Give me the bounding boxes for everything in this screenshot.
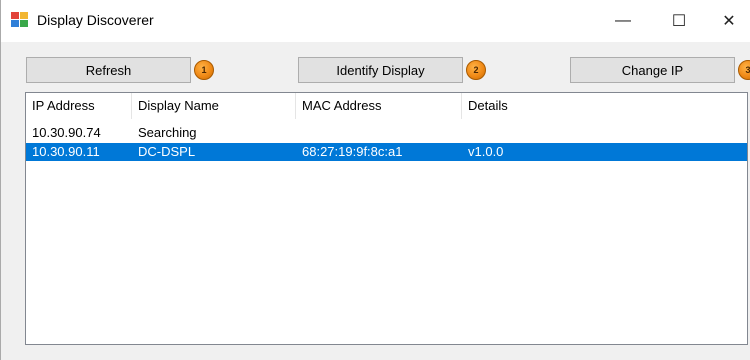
step-badge-2: 2 <box>466 60 486 80</box>
column-header-display-name[interactable]: Display Name <box>132 93 296 119</box>
step-badge-1: 1 <box>194 60 214 80</box>
identify-display-button[interactable]: Identify Display <box>298 57 463 83</box>
cell-ip-address: 10.30.90.11 <box>32 144 100 159</box>
cell-display-name: DC-DSPL <box>138 144 196 159</box>
column-header-ip-address[interactable]: IP Address <box>26 93 132 119</box>
window-title: Display Discoverer <box>37 12 154 28</box>
minimize-button[interactable]: — <box>601 6 645 36</box>
step-badge-3: 3 <box>738 60 750 80</box>
cell-mac-address: 68:27:19:9f:8c:a1 <box>302 144 403 159</box>
table-row[interactable]: 10.30.90.74 Searching <box>26 124 747 142</box>
cell-details: v1.0.0 <box>468 144 504 159</box>
title-bar[interactable]: Display Discoverer — ☐ ✕ <box>1 0 750 42</box>
table-row-selected[interactable]: 10.30.90.11 DC-DSPL 68:27:19:9f:8c:a1 v1… <box>26 143 747 161</box>
app-window: Display Discoverer — ☐ ✕ Refresh 1 Ident… <box>0 0 750 360</box>
change-ip-button[interactable]: Change IP <box>570 57 735 83</box>
refresh-button[interactable]: Refresh <box>26 57 191 83</box>
column-header-details[interactable]: Details <box>462 93 747 119</box>
column-header-mac-address[interactable]: MAC Address <box>296 93 462 119</box>
list-header: IP Address Display Name MAC Address Deta… <box>26 93 747 119</box>
close-button[interactable]: ✕ <box>707 6 750 36</box>
cell-display-name: Searching <box>138 125 197 140</box>
app-icon <box>11 12 28 27</box>
cell-ip-address: 10.30.90.74 <box>32 125 101 140</box>
maximize-button[interactable]: ☐ <box>657 6 701 36</box>
display-list[interactable]: IP Address Display Name MAC Address Deta… <box>25 92 748 345</box>
